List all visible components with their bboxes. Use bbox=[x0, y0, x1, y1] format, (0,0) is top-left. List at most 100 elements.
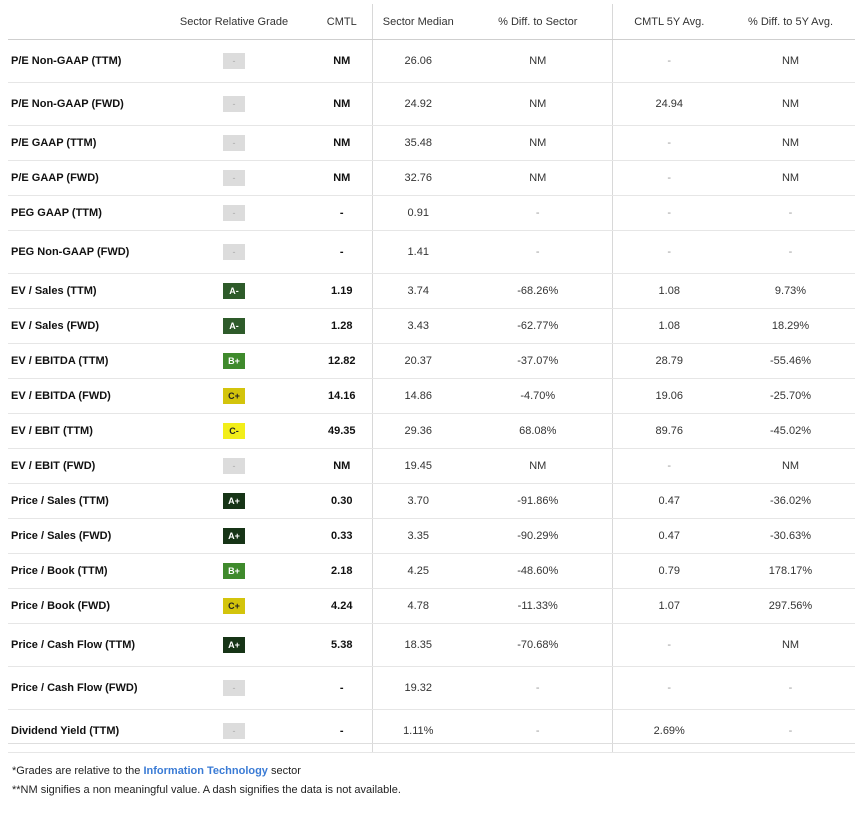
diff-to-5y-avg-value: NM bbox=[726, 448, 855, 484]
diff-to-sector-value: NM bbox=[464, 39, 613, 83]
metric-label: EV / EBIT (FWD) bbox=[8, 448, 156, 484]
grade-badge: - bbox=[223, 723, 245, 739]
cmtl-5y-avg-value: 1.08 bbox=[612, 308, 726, 344]
grade-cell: B+ bbox=[156, 553, 312, 589]
sector-median-value: 3.43 bbox=[372, 308, 464, 344]
header-diff-to-5y-avg: % Diff. to 5Y Avg. bbox=[726, 4, 855, 40]
diff-to-sector-value: NM bbox=[464, 82, 613, 126]
sector-median-value: 24.92 bbox=[372, 82, 464, 126]
cmtl-value: NM bbox=[312, 448, 373, 484]
table-row: P/E Non-GAAP (FWD) - NM 24.92 NM 24.94 NM bbox=[8, 82, 855, 126]
grade-cell: C+ bbox=[156, 588, 312, 624]
cmtl-5y-avg-value: - bbox=[612, 125, 726, 161]
table-row: EV / EBIT (FWD) - NM 19.45 NM - NM bbox=[8, 448, 855, 484]
table-row: PEG Non-GAAP (FWD) - -1.41- - - bbox=[8, 230, 855, 274]
grade-badge: - bbox=[223, 135, 245, 151]
grade-badge: A- bbox=[223, 283, 245, 299]
cmtl-value: 0.33 bbox=[312, 518, 373, 554]
cmtl-5y-avg-value: - bbox=[612, 195, 726, 231]
header-metric bbox=[8, 4, 156, 40]
table-row: EV / EBITDA (TTM) B+ 12.82 20.37 -37.07% 28.7… bbox=[8, 343, 855, 379]
table-row: P/E GAAP (FWD) - NM 32.76 NM - NM bbox=[8, 160, 855, 196]
metric-label: P/E Non-GAAP (TTM) bbox=[8, 39, 156, 83]
cmtl-value: NM bbox=[312, 125, 373, 161]
sector-median-value: 35.48 bbox=[372, 125, 464, 161]
table-row: EV / Sales (TTM) A- 1.19 3.74 -68.26% 1.08 9.7… bbox=[8, 273, 855, 309]
diff-to-sector-value: NM bbox=[464, 448, 613, 484]
grade-cell: C+ bbox=[156, 378, 312, 414]
sector-median-value: 4.25 bbox=[372, 553, 464, 589]
metric-label: EV / Sales (FWD) bbox=[8, 308, 156, 344]
diff-to-5y-avg-value: - bbox=[726, 666, 855, 710]
diff-to-5y-avg-value: -25.70% bbox=[726, 378, 855, 414]
metric-label: Price / Sales (FWD) bbox=[8, 518, 156, 554]
metric-label: P/E GAAP (TTM) bbox=[8, 125, 156, 161]
grade-badge: - bbox=[223, 458, 245, 474]
diff-to-sector-value: NM bbox=[464, 160, 613, 196]
cmtl-value: 1.28 bbox=[312, 308, 373, 344]
metric-label: Price / Cash Flow (TTM) bbox=[8, 623, 156, 667]
diff-to-5y-avg-value: NM bbox=[726, 623, 855, 667]
diff-to-sector-value: -91.86% bbox=[464, 483, 613, 519]
cmtl-value: 12.82 bbox=[312, 343, 373, 379]
table-row: EV / EBITDA (FWD) C+ 14.16 14.86 -4.70% 19.06… bbox=[8, 378, 855, 414]
diff-to-5y-avg-value: 18.29% bbox=[726, 308, 855, 344]
sector-median-value: 29.36 bbox=[372, 413, 464, 449]
cmtl-value: 4.24 bbox=[312, 588, 373, 624]
diff-to-sector-value: -68.26% bbox=[464, 273, 613, 309]
grade-badge: - bbox=[223, 170, 245, 186]
grade-badge: - bbox=[223, 680, 245, 696]
diff-to-5y-avg-value: -55.46% bbox=[726, 343, 855, 379]
diff-to-sector-value: -62.77% bbox=[464, 308, 613, 344]
cmtl-5y-avg-value: 0.79 bbox=[612, 553, 726, 589]
header-cmtl-5y-avg: CMTL 5Y Avg. bbox=[612, 4, 726, 40]
grade-cell: - bbox=[156, 230, 312, 274]
cmtl-value: 0.30 bbox=[312, 483, 373, 519]
diff-to-5y-avg-value: 178.17% bbox=[726, 553, 855, 589]
diff-to-5y-avg-value: -36.02% bbox=[726, 483, 855, 519]
sector-median-value: 20.37 bbox=[372, 343, 464, 379]
diff-to-5y-avg-value: - bbox=[726, 230, 855, 274]
table-row: PEG GAAP (TTM) - -0.91- - - bbox=[8, 195, 855, 231]
diff-to-5y-avg-value: -45.02% bbox=[726, 413, 855, 449]
metric-label: Price / Book (FWD) bbox=[8, 588, 156, 624]
grade-badge: A- bbox=[223, 318, 245, 334]
diff-to-5y-avg-value: -30.63% bbox=[726, 518, 855, 554]
cmtl-value: 1.19 bbox=[312, 273, 373, 309]
grade-cell: B+ bbox=[156, 343, 312, 379]
grades-footnote-prefix: *Grades are relative to the bbox=[12, 765, 144, 777]
cmtl-5y-avg-value: - bbox=[612, 160, 726, 196]
diff-to-5y-avg-value: - bbox=[726, 709, 855, 753]
sector-median-value: 32.76 bbox=[372, 160, 464, 196]
sector-median-value: 3.74 bbox=[372, 273, 464, 309]
table-row: Dividend Yield (TTM) - -1.11% -2.69% - bbox=[8, 709, 855, 753]
diff-to-5y-avg-value: NM bbox=[726, 160, 855, 196]
cmtl-value: NM bbox=[312, 160, 373, 196]
metric-label: PEG GAAP (TTM) bbox=[8, 195, 156, 231]
grade-badge: A+ bbox=[223, 528, 245, 544]
grade-cell: A- bbox=[156, 273, 312, 309]
diff-to-5y-avg-value: 9.73% bbox=[726, 273, 855, 309]
diff-to-5y-avg-value: NM bbox=[726, 39, 855, 83]
cmtl-5y-avg-value: 0.47 bbox=[612, 483, 726, 519]
information-technology-link[interactable]: Information Technology bbox=[143, 765, 267, 777]
cmtl-value: NM bbox=[312, 82, 373, 126]
cmtl-5y-avg-value: 0.47 bbox=[612, 518, 726, 554]
table-row: P/E GAAP (TTM) - NM 35.48 NM - NM bbox=[8, 125, 855, 161]
cmtl-value: 14.16 bbox=[312, 378, 373, 414]
sector-median-value: 0.91 bbox=[372, 195, 464, 231]
cmtl-5y-avg-value: - bbox=[612, 448, 726, 484]
header-cmtl: CMTL bbox=[312, 4, 373, 40]
sector-median-value: 3.70 bbox=[372, 483, 464, 519]
sector-median-value: 1.11% bbox=[372, 709, 464, 753]
table-row: Price / Sales (TTM) A+ 0.30 3.70 -91.86% 0.47… bbox=[8, 483, 855, 519]
metric-label: EV / EBITDA (TTM) bbox=[8, 343, 156, 379]
diff-to-sector-value: - bbox=[464, 195, 613, 231]
diff-to-sector-value: 68.08% bbox=[464, 413, 613, 449]
table-row: Price / Book (TTM) B+ 2.18 4.25 -48.60% 0.79 1… bbox=[8, 553, 855, 589]
cmtl-5y-avg-value: - bbox=[612, 623, 726, 667]
grade-cell: - bbox=[156, 82, 312, 126]
header-sector-relative-grade: Sector Relative Grade bbox=[156, 4, 312, 40]
cmtl-5y-avg-value: 2.69% bbox=[612, 709, 726, 753]
grade-badge: A+ bbox=[223, 493, 245, 509]
